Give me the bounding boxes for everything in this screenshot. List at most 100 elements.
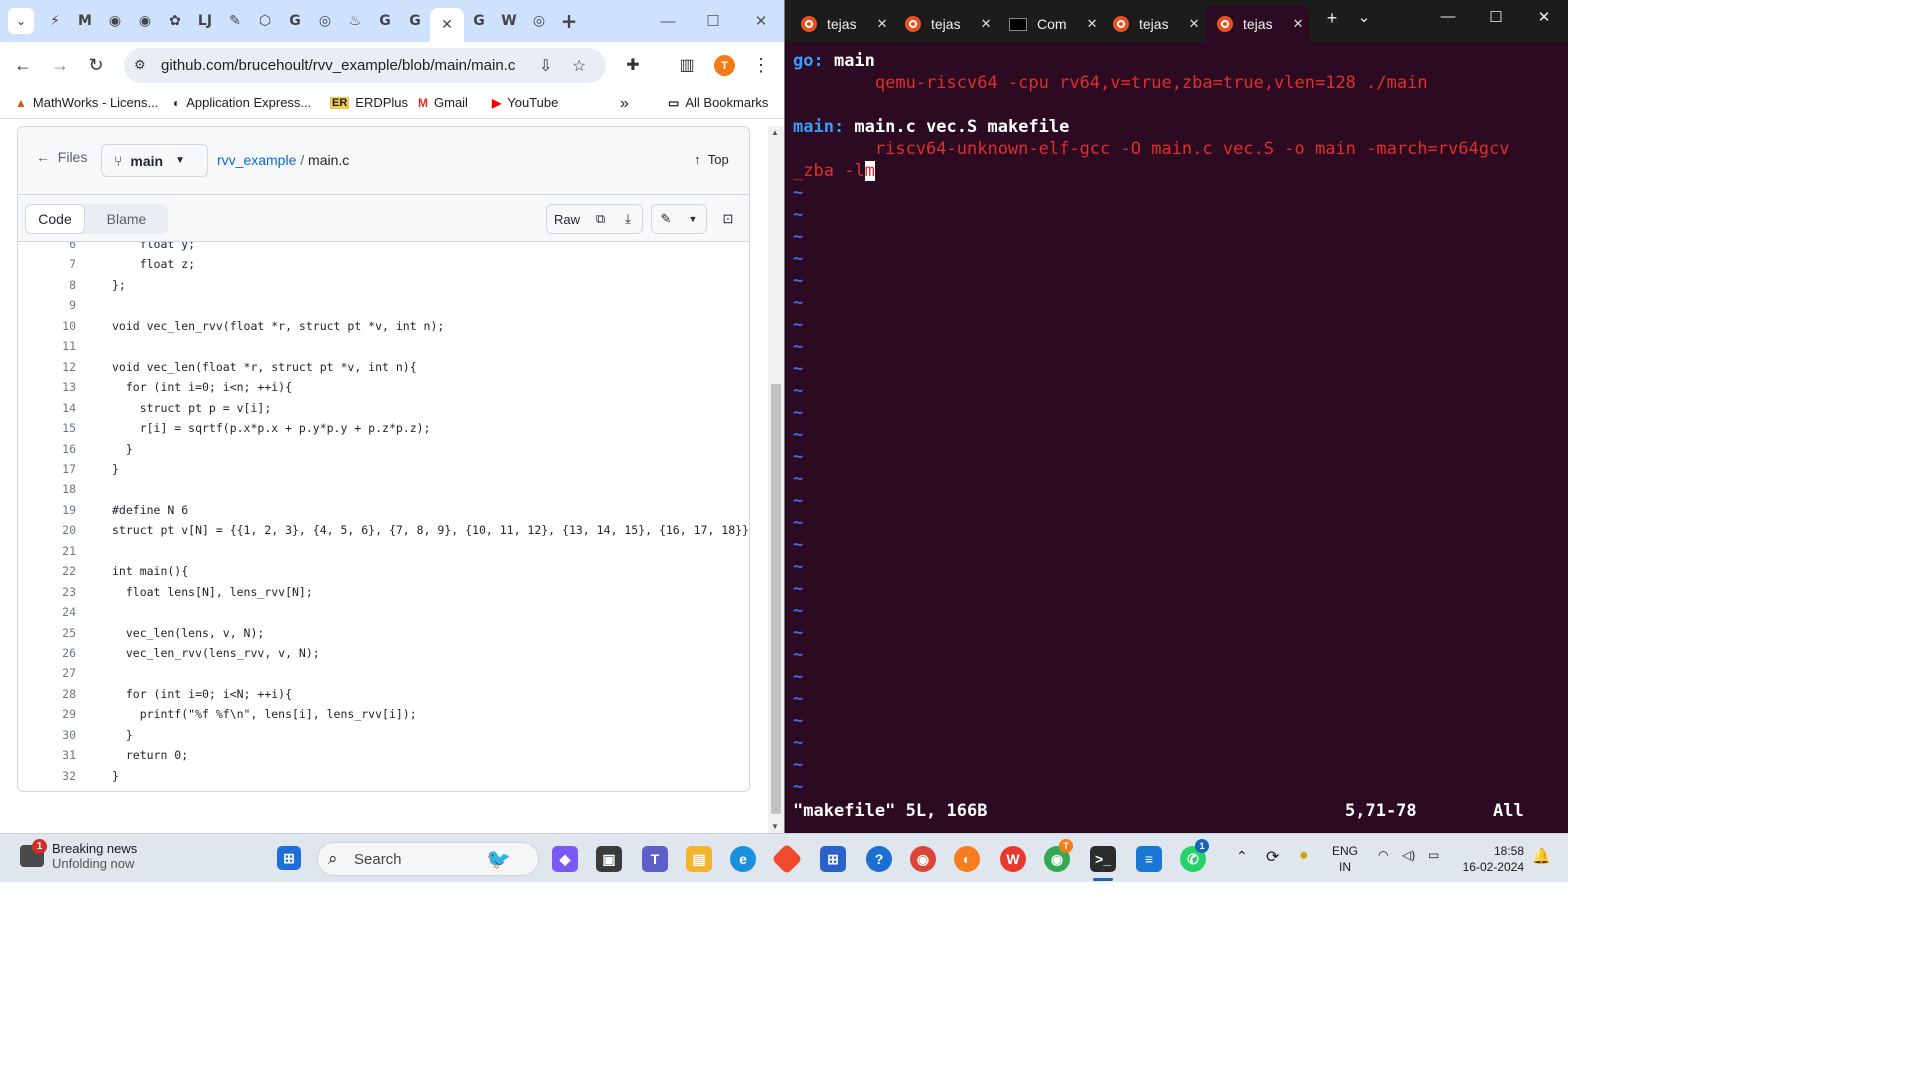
store-icon[interactable]: ⊞	[820, 846, 846, 872]
line-number[interactable]: 13	[38, 377, 76, 397]
install-app-icon[interactable]: ⇩	[539, 56, 552, 76]
bookmark-erdplus[interactable]: ER ERDPlus	[330, 95, 408, 110]
line-number[interactable]: 18	[38, 479, 76, 499]
taskbar-search[interactable]: ⌕ Search 🐦	[317, 842, 539, 876]
top-button[interactable]: ↑ Top	[694, 152, 729, 167]
terminal-tab-2[interactable]: tejas ✕	[893, 6, 991, 42]
back-button[interactable]: ←	[10, 52, 36, 78]
edit-pencil-icon[interactable]: ✎	[651, 204, 681, 234]
line-number[interactable]: 14	[38, 398, 76, 418]
terminal-tab-5-active[interactable]: tejas ✕	[1205, 6, 1309, 42]
page-scrollbar[interactable]: ▲ ▼	[768, 126, 784, 833]
copy-icon[interactable]: ⧉	[587, 204, 615, 234]
line-number[interactable]: 9	[38, 295, 76, 315]
line-number[interactable]: 30	[38, 725, 76, 745]
volume-icon[interactable]: ◁)	[1402, 848, 1415, 862]
chrome-profile-icon[interactable]: ◉ T	[1044, 839, 1073, 872]
sync-icon[interactable]: ⟳	[1266, 847, 1279, 867]
whatsapp-icon[interactable]: ✆ 1	[1180, 839, 1209, 872]
terminal-tab-4[interactable]: tejas ✕	[1101, 6, 1199, 42]
terminal-tab-3[interactable]: Com ✕	[997, 6, 1097, 42]
url-text[interactable]: github.com/brucehoult/rvv_example/blob/m…	[161, 57, 515, 74]
browser-tab[interactable]: G	[280, 8, 310, 34]
close-tab-icon[interactable]: ✕	[981, 16, 992, 32]
all-bookmarks-button[interactable]: ▭ All Bookmarks	[668, 95, 768, 110]
scroll-thumb[interactable]	[771, 384, 781, 814]
browser-tab[interactable]: W	[494, 8, 524, 34]
address-bar[interactable]: ⚙ github.com/brucehoult/rvv_example/blob…	[124, 48, 606, 83]
help-icon[interactable]: ?	[866, 846, 892, 872]
browser-tab[interactable]: ◎	[524, 8, 554, 34]
terminal-maximize-button[interactable]: ☐	[1473, 8, 1519, 26]
browser-tab[interactable]: ◉	[130, 8, 160, 34]
bookmark-youtube[interactable]: ▶ YouTube	[492, 95, 558, 110]
raw-button[interactable]: Raw	[546, 204, 588, 234]
line-number[interactable]: 10	[38, 316, 76, 336]
tray-overflow-icon[interactable]: ⌃	[1236, 848, 1248, 865]
edit-dropdown-icon[interactable]: ▼	[680, 204, 707, 234]
line-number[interactable]: 16	[38, 439, 76, 459]
line-number[interactable]: 12	[38, 357, 76, 377]
wifi-icon[interactable]: ◠	[1378, 848, 1388, 862]
app-tray-icon[interactable]: ●	[1299, 847, 1309, 865]
line-number[interactable]: 8	[38, 275, 76, 295]
language-indicator[interactable]: ENG IN	[1332, 843, 1358, 875]
notification-bell-icon[interactable]: 🔔	[1532, 847, 1551, 865]
terminal-tab-1[interactable]: tejas ✕	[789, 6, 887, 42]
line-number[interactable]: 19	[38, 500, 76, 520]
line-number[interactable]: 11	[38, 336, 76, 356]
tab-code[interactable]: Code	[25, 204, 85, 234]
chrome-taskbar-icon[interactable]: ◉	[910, 846, 936, 872]
battery-icon[interactable]: ▭	[1428, 848, 1439, 862]
terminal-taskbar-icon[interactable]: >_	[1090, 846, 1116, 872]
terminal-minimize-button[interactable]: —	[1425, 8, 1471, 25]
site-info-icon[interactable]: ⚙	[134, 57, 146, 73]
files-toggle[interactable]: ← Files	[36, 149, 87, 165]
close-tab-icon[interactable]: ✕	[1189, 16, 1200, 32]
scroll-up-icon[interactable]: ▲	[771, 128, 779, 137]
browser-tab[interactable]: ⬡	[250, 8, 280, 34]
close-active-tab-icon[interactable]: ✕	[430, 8, 464, 42]
bookmark-mathworks[interactable]: ▲ MathWorks - Licens...	[15, 95, 158, 110]
windows-start-icon[interactable]: ⊞	[277, 846, 301, 870]
firefox-icon[interactable]: ◐	[954, 846, 980, 872]
side-panel-icon[interactable]: ▥	[674, 52, 700, 78]
browser-tab[interactable]: ◎	[310, 8, 340, 34]
terminal-close-button[interactable]: ✕	[1521, 8, 1567, 26]
scroll-down-icon[interactable]: ▼	[771, 822, 779, 831]
new-tab-button[interactable]: +	[554, 8, 584, 34]
bookmarks-overflow-button[interactable]: »	[620, 95, 629, 113]
browser-tab[interactable]: ✎	[220, 8, 250, 34]
line-number[interactable]: 25	[38, 623, 76, 643]
task-view-icon[interactable]: ▣	[596, 846, 622, 872]
browser-tab[interactable]: G	[400, 8, 430, 34]
line-number[interactable]: 6	[38, 242, 76, 254]
tab-search-button[interactable]: ⌄	[8, 8, 34, 34]
line-number[interactable]: 22	[38, 561, 76, 581]
edge-icon[interactable]: e	[730, 846, 756, 872]
notepad-icon[interactable]: ≡	[1136, 846, 1162, 872]
line-number[interactable]: 17	[38, 459, 76, 479]
bookmark-star-icon[interactable]: ☆	[572, 56, 586, 76]
minimize-button[interactable]: —	[645, 8, 691, 34]
copilot-icon[interactable]: ◆	[552, 846, 578, 872]
file-explorer-icon[interactable]: ▤	[686, 846, 712, 872]
close-window-button[interactable]: ✕	[738, 8, 784, 34]
line-number[interactable]: 24	[38, 602, 76, 622]
close-tab-icon[interactable]: ✕	[1293, 16, 1304, 32]
browser-tab[interactable]: ◉	[100, 8, 130, 34]
line-number[interactable]: 20	[38, 520, 76, 540]
reload-button[interactable]: ↻	[83, 52, 109, 78]
close-tab-icon[interactable]: ✕	[1087, 16, 1098, 32]
line-number[interactable]: 28	[38, 684, 76, 704]
profile-dropdown-button[interactable]: ⌄	[1341, 8, 1387, 26]
close-tab-icon[interactable]: ✕	[877, 16, 888, 32]
branch-selector[interactable]: ⑂ main ▼	[101, 144, 208, 177]
profile-avatar[interactable]: T	[714, 55, 735, 76]
browser-tab[interactable]: LJ	[190, 8, 220, 34]
line-number[interactable]: 26	[38, 643, 76, 663]
chrome-menu-icon[interactable]: ⋮	[748, 52, 774, 78]
clock[interactable]: 18:58 16-02-2024	[1458, 843, 1524, 875]
vim-buffer[interactable]: go: main qemu-riscv64 -cpu rv64,v=true,z…	[785, 42, 1568, 833]
bookmark-application-express[interactable]: ◐ Application Express...	[173, 95, 311, 110]
